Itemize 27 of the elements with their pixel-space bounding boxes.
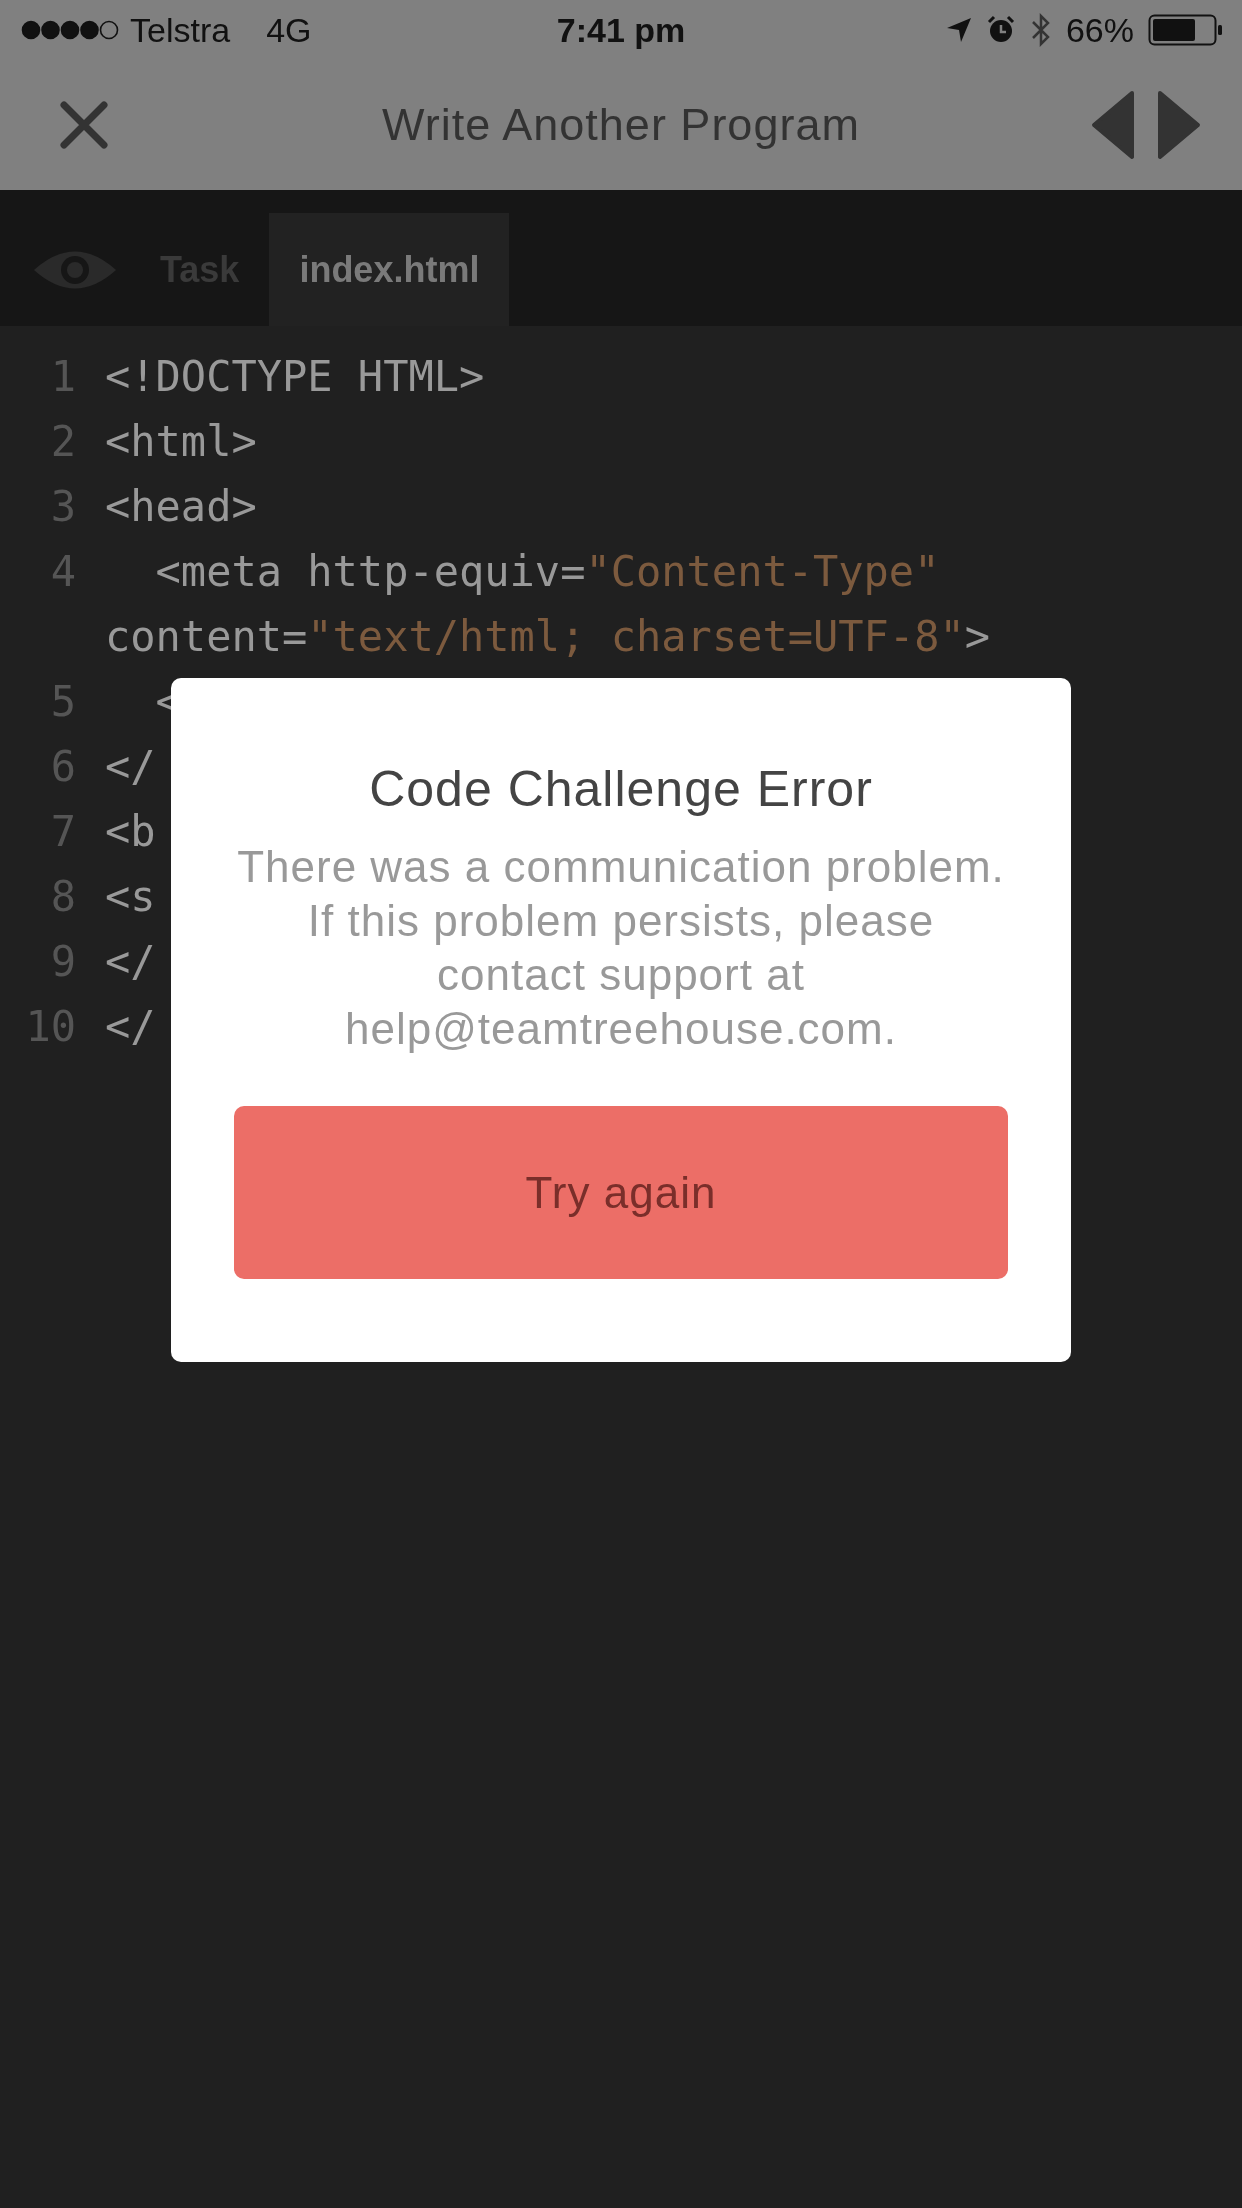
signal-icon xyxy=(20,19,120,41)
code-line: <b xyxy=(105,807,156,856)
bluetooth-icon xyxy=(1029,12,1052,48)
page-title: Write Another Program xyxy=(382,99,860,151)
battery-icon xyxy=(1148,14,1224,46)
clock-time: 7:41 pm xyxy=(556,10,686,50)
code-line: </ xyxy=(105,937,156,986)
code-line: </ xyxy=(105,1002,156,1051)
alarm-clock-icon xyxy=(985,15,1016,45)
dialog-title: Code Challenge Error xyxy=(369,760,873,818)
code-line: <head> xyxy=(105,482,257,531)
dialog-message: There was a communication problem. If this problem persists, please contact support at help@teamtreehouse.com. xyxy=(236,841,1006,1055)
code-line: <s xyxy=(105,872,156,921)
code-line: <meta http-equiv="Content-Type" xyxy=(154,547,940,596)
close-button[interactable] xyxy=(58,99,110,151)
location-arrow-icon xyxy=(945,17,972,43)
code-line: </ xyxy=(105,742,156,791)
code-line: <!DOCTYPE HTML> xyxy=(105,352,485,401)
next-button[interactable] xyxy=(1156,89,1202,161)
network-type: 4G xyxy=(266,10,312,50)
carrier-name: Telstra xyxy=(130,10,231,50)
editor-tab[interactable]: index.html xyxy=(269,213,510,326)
previous-button[interactable] xyxy=(1090,89,1136,161)
try-again-button[interactable]: Try again xyxy=(234,1106,1008,1279)
battery-percentage: 66% xyxy=(1065,10,1134,50)
code-line: content="text/html; charset=UTF-8"> xyxy=(105,612,991,661)
code-line: <html> xyxy=(105,417,257,466)
